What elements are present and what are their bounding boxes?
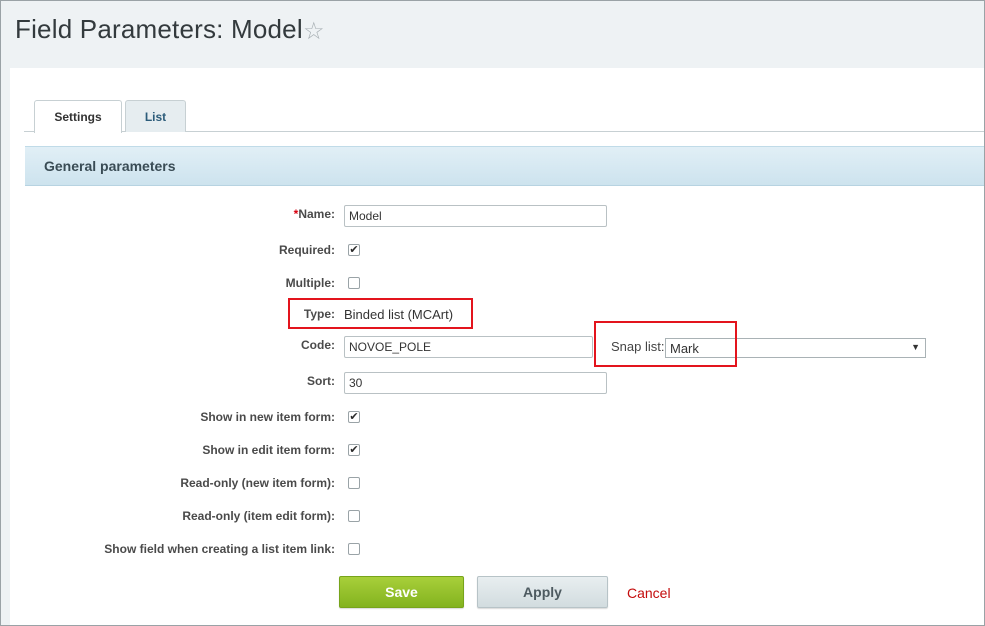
readonly-new-label: Read-only (new item form): bbox=[180, 476, 335, 490]
multiple-checkbox[interactable] bbox=[348, 277, 360, 289]
show-field-link-label: Show field when creating a list item lin… bbox=[104, 542, 335, 556]
page-title: Field Parameters: Model bbox=[15, 14, 303, 44]
name-label: *Name: bbox=[294, 207, 335, 221]
readonly-edit-checkbox[interactable] bbox=[348, 510, 360, 522]
apply-button[interactable]: Apply bbox=[477, 576, 608, 608]
snap-list-select[interactable]: Mark ▼ bbox=[665, 338, 926, 358]
star-icon[interactable]: ☆ bbox=[303, 17, 325, 46]
snap-list-value: Mark bbox=[670, 341, 699, 356]
page-header: Field Parameters: Model ☆ bbox=[0, 0, 985, 68]
tab-list[interactable]: List bbox=[125, 100, 186, 132]
code-input[interactable] bbox=[344, 336, 593, 358]
cancel-link[interactable]: Cancel bbox=[627, 585, 671, 601]
show-field-link-checkbox[interactable] bbox=[348, 543, 360, 555]
section-title: General parameters bbox=[44, 158, 176, 174]
save-button[interactable]: Save bbox=[339, 576, 464, 608]
show-in-edit-checkbox[interactable]: ✔ bbox=[348, 444, 360, 456]
code-label: Code: bbox=[301, 338, 335, 352]
show-in-new-label: Show in new item form: bbox=[200, 410, 335, 424]
show-in-edit-label: Show in edit item form: bbox=[202, 443, 335, 457]
multiple-label: Multiple: bbox=[285, 276, 335, 290]
section-header: General parameters bbox=[25, 146, 985, 186]
name-label-text: Name: bbox=[298, 207, 335, 221]
required-label: Required: bbox=[278, 243, 335, 257]
required-checkbox[interactable]: ✔ bbox=[348, 244, 360, 256]
readonly-edit-label: Read-only (item edit form): bbox=[182, 509, 335, 523]
content-panel: Settings List General parameters *Name: … bbox=[10, 68, 985, 626]
type-label: Type: bbox=[303, 307, 335, 321]
sort-input[interactable] bbox=[344, 372, 607, 394]
chevron-down-icon: ▼ bbox=[911, 342, 920, 352]
show-in-new-checkbox[interactable]: ✔ bbox=[348, 411, 360, 423]
name-input[interactable] bbox=[344, 205, 607, 227]
sort-label: Sort: bbox=[307, 374, 335, 388]
type-value: Binded list (MCArt) bbox=[344, 307, 454, 322]
snap-list-label: Snap list: bbox=[611, 339, 665, 354]
tab-settings[interactable]: Settings bbox=[34, 100, 122, 133]
readonly-new-checkbox[interactable] bbox=[348, 477, 360, 489]
